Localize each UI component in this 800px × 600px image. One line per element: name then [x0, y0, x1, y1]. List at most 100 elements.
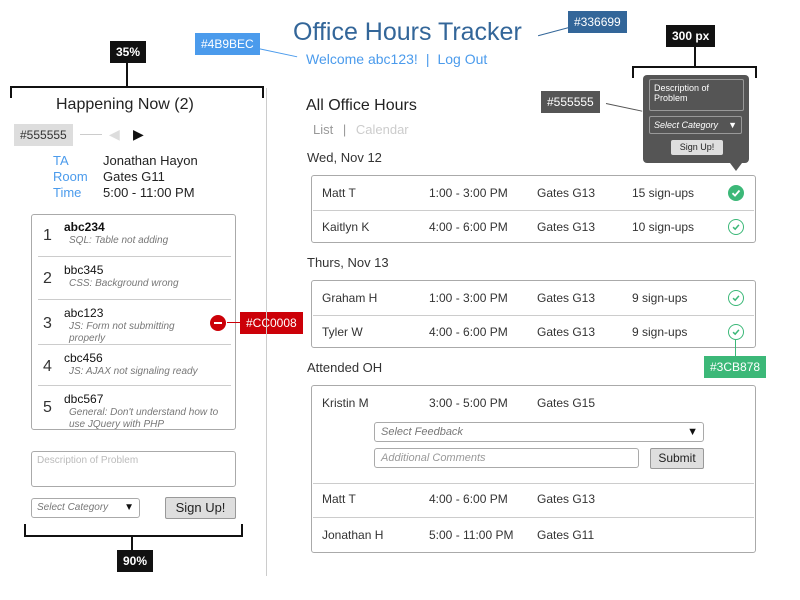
- tab-calendar[interactable]: Calendar: [356, 122, 409, 137]
- view-tabs: List | Calendar: [313, 122, 409, 137]
- ta-name: Kaitlyn K: [322, 220, 370, 234]
- left-width-bracket-left: [10, 86, 12, 98]
- ta-name: Matt T: [322, 492, 356, 506]
- chevron-down-icon: ▼: [124, 502, 134, 513]
- left-width-stem: [126, 63, 128, 87]
- popup-width-bracket-left: [632, 66, 634, 78]
- bottom-width-tag: 90%: [117, 550, 154, 572]
- oh-time: 3:00 - 5:00 PM: [429, 396, 508, 410]
- welcome-text: Welcome abc123!: [306, 51, 418, 67]
- oh-time: 1:00 - 3:00 PM: [429, 291, 508, 305]
- queue-desc: CSS: Background wrong: [69, 278, 179, 289]
- ta-name: Kristin M: [322, 396, 369, 410]
- ta-name: Jonathan H: [322, 528, 384, 542]
- chevron-down-icon: ▼: [728, 120, 737, 130]
- oh-room: Gates G13: [537, 492, 596, 506]
- page-title: Office Hours Tracker: [293, 18, 522, 46]
- oh-room: Gates G13: [537, 325, 596, 339]
- attended-heading: Attended OH: [307, 360, 383, 375]
- oh-room: Gates G13: [537, 291, 596, 305]
- room-value: Gates G11: [103, 169, 165, 184]
- tab-list[interactable]: List: [313, 122, 333, 137]
- row-divider: [313, 315, 754, 316]
- oh-time: 5:00 - 11:00 PM: [429, 528, 514, 542]
- remove-color-line: [227, 322, 241, 323]
- ta-row: TA Jonathan Hayon: [53, 153, 198, 168]
- description-input[interactable]: Description of Problem: [31, 451, 236, 487]
- logout-link[interactable]: Log Out: [437, 51, 487, 67]
- bottom-width-stem: [131, 536, 133, 550]
- comments-input[interactable]: Additional Comments: [374, 448, 639, 468]
- popup-color-line: [605, 103, 643, 112]
- list-item: 3 abc123 JS: Form not submitting properl…: [38, 301, 231, 345]
- queue-number: 5: [43, 399, 52, 416]
- room-row: Room Gates G11: [53, 169, 165, 184]
- check-outline-icon[interactable]: [728, 324, 744, 340]
- prev-arrow-icon[interactable]: ◀: [109, 126, 120, 143]
- oh-signups: 9 sign-ups: [632, 291, 688, 305]
- welcome-color-tag: #4B9BEC: [195, 33, 260, 55]
- oh-room: Gates G13: [537, 220, 596, 234]
- check-filled-icon[interactable]: [728, 185, 744, 201]
- room-label: Room: [53, 169, 88, 184]
- queue-number: 3: [43, 315, 52, 332]
- row-divider: [313, 210, 754, 211]
- row-divider: [313, 517, 754, 518]
- feedback-select-text: Select Feedback: [381, 426, 463, 438]
- bottom-width-bracket-left: [24, 524, 26, 536]
- tab-separator: |: [342, 122, 347, 137]
- list-item: 2 bbc345 CSS: Background wrong: [38, 258, 231, 300]
- queue-user: abc234: [64, 220, 105, 234]
- check-outline-icon[interactable]: [728, 219, 744, 235]
- attended-card: Kristin M 3:00 - 5:00 PM Gates G15 Selec…: [311, 385, 756, 553]
- feedback-select[interactable]: Select Feedback ▼: [374, 422, 704, 442]
- popup-description-input[interactable]: Description of Problem: [649, 79, 744, 111]
- ta-value: Jonathan Hayon: [103, 153, 198, 168]
- row-divider: [313, 483, 754, 484]
- popup-signup-button[interactable]: Sign Up!: [671, 140, 723, 155]
- ta-name: Tyler W: [322, 325, 363, 339]
- oh-time: 4:00 - 6:00 PM: [429, 220, 508, 234]
- title-color-tag: #336699: [568, 11, 627, 33]
- oh-room: Gates G11: [537, 528, 595, 542]
- queue-user: bbc345: [64, 263, 104, 277]
- time-value: 5:00 - 11:00 PM: [103, 185, 195, 200]
- popup-width-bracket: [632, 66, 757, 68]
- check-outline-icon[interactable]: [728, 290, 744, 306]
- oh-signups: 15 sign-ups: [632, 186, 695, 200]
- popup-width-tag: 300 px: [666, 25, 716, 47]
- queue-number: 2: [43, 270, 52, 287]
- popup-width-stem: [694, 47, 696, 67]
- popup-width-bracket-right: [755, 66, 757, 78]
- oh-time: 1:00 - 3:00 PM: [429, 186, 508, 200]
- queue-user: cbc456: [64, 351, 103, 365]
- list-item: 4 cbc456 JS: AJAX not signaling ready: [38, 346, 231, 386]
- category-select-text: Select Category: [37, 502, 109, 513]
- time-row: Time 5:00 - 11:00 PM: [53, 185, 195, 200]
- oh-signups: 9 sign-ups: [632, 325, 688, 339]
- ta-name: Matt T: [322, 186, 356, 200]
- queue-desc: JS: Form not submitting properly: [69, 321, 175, 344]
- queue-number: 4: [43, 358, 52, 375]
- chevron-down-icon: ▼: [687, 426, 698, 438]
- left-width-bracket-right: [262, 86, 264, 98]
- popup-color-tag: #555555: [541, 91, 600, 113]
- list-item: 1 abc234 SQL: Table not adding: [38, 215, 231, 257]
- oh-card: Matt T 1:00 - 3:00 PM Gates G13 15 sign-…: [311, 175, 756, 243]
- oh-room: Gates G15: [537, 396, 596, 410]
- signup-popup: Description of Problem Select Category ▼…: [643, 75, 749, 163]
- submit-button[interactable]: Submit: [650, 448, 704, 469]
- category-select[interactable]: Select Category ▼: [31, 498, 140, 518]
- nav-color-tag: #555555: [14, 124, 73, 146]
- nav-color-line: [80, 134, 102, 135]
- remove-icon[interactable]: [210, 315, 226, 331]
- signup-button[interactable]: Sign Up!: [165, 497, 236, 519]
- all-office-hours-heading: All Office Hours: [306, 97, 417, 114]
- popup-category-select[interactable]: Select Category ▼: [649, 116, 742, 134]
- queue-user: abc123: [64, 306, 104, 320]
- queue-number: 1: [43, 227, 52, 244]
- list-item: 5 dbc567 General: Don't understand how t…: [38, 387, 231, 430]
- oh-time: 4:00 - 6:00 PM: [429, 492, 508, 506]
- remove-color-tag: #CC0008: [240, 312, 303, 334]
- next-arrow-icon[interactable]: ▶: [133, 126, 144, 143]
